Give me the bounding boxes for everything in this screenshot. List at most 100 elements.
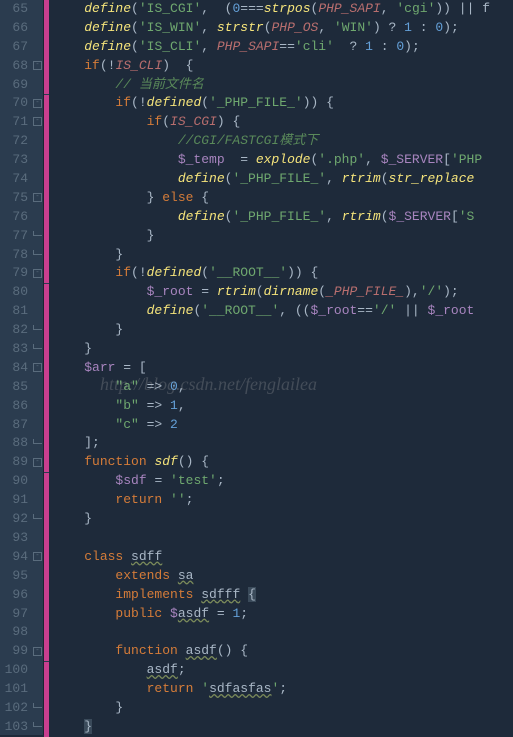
token-op: }	[53, 228, 154, 243]
token-cls: sa	[178, 568, 194, 583]
code-line[interactable]: "a" => 0,	[53, 378, 513, 397]
token-op: ||	[396, 303, 427, 318]
change-marker	[44, 189, 49, 208]
line-number: 70	[0, 94, 28, 113]
token-op	[53, 284, 147, 299]
code-line[interactable]: //CGI/FASTCGI模式下	[53, 132, 513, 151]
line-number: 66	[0, 19, 28, 38]
fold-open-icon[interactable]: -	[33, 99, 42, 108]
token-op	[53, 303, 147, 318]
code-line[interactable]: if(!IS_CLI) {	[53, 57, 513, 76]
code-line[interactable]: $arr = [	[53, 359, 513, 378]
code-line[interactable]: define('IS_WIN', strstr(PHP_OS, 'WIN') ?…	[53, 19, 513, 38]
code-area[interactable]: define('IS_CGI', (0===strpos(PHP_SAPI, '…	[49, 0, 513, 735]
code-line[interactable]: implements sdfff {	[53, 586, 513, 605]
fold-open-icon[interactable]: -	[33, 61, 42, 70]
code-line[interactable]: define('_PHP_FILE_', rtrim($_SERVER['S	[53, 208, 513, 227]
fold-close-icon[interactable]	[33, 344, 42, 349]
code-line[interactable]: // 当前文件名	[53, 76, 513, 95]
fold-close-icon[interactable]	[33, 250, 42, 255]
code-line[interactable]: ];	[53, 434, 513, 453]
line-number: 83	[0, 340, 28, 359]
fold-open-icon[interactable]: -	[33, 117, 42, 126]
code-line[interactable]: define('__ROOT__', (($_root=='/' || $_ro…	[53, 302, 513, 321]
code-line[interactable]: }	[53, 340, 513, 359]
code-line[interactable]: class sdff	[53, 548, 513, 567]
code-line[interactable]: if(!defined('_PHP_FILE_')) {	[53, 94, 513, 113]
code-line[interactable]: }	[53, 699, 513, 718]
fold-open-icon[interactable]: -	[33, 193, 42, 202]
code-line[interactable]	[53, 529, 513, 548]
code-line[interactable]: extends sa	[53, 567, 513, 586]
token-op: (	[381, 209, 389, 224]
code-line[interactable]: } else {	[53, 189, 513, 208]
fold-close-icon[interactable]	[33, 514, 42, 519]
token-op: (	[131, 39, 139, 54]
token-kw: public	[115, 606, 162, 621]
token-op: {	[193, 190, 209, 205]
token-str: "a"	[115, 379, 138, 394]
token-op: }	[53, 247, 123, 262]
code-line[interactable]: define('IS_CLI', PHP_SAPI=='cli' ? 1 : 0…	[53, 38, 513, 57]
code-line[interactable]: "c" => 2	[53, 416, 513, 435]
change-marker	[44, 359, 49, 378]
code-line[interactable]: public $asdf = 1;	[53, 605, 513, 624]
fold-open-icon[interactable]: -	[33, 458, 42, 467]
code-line[interactable]	[53, 623, 513, 642]
token-op	[53, 265, 115, 280]
code-line[interactable]: $_root = rtrim(dirname(_PHP_FILE_),'/');	[53, 283, 513, 302]
code-line[interactable]: return 'sdfasfas';	[53, 680, 513, 699]
code-line[interactable]: }	[53, 510, 513, 529]
code-line[interactable]: if(!defined('__ROOT__')) {	[53, 264, 513, 283]
code-line[interactable]: return '';	[53, 491, 513, 510]
code-line[interactable]: function sdf() {	[53, 453, 513, 472]
token-op: );	[443, 20, 459, 35]
fold-open-icon[interactable]: -	[33, 269, 42, 278]
fold-close-icon[interactable]	[33, 722, 42, 727]
change-marker	[44, 265, 49, 284]
fold-close-icon[interactable]	[33, 231, 42, 236]
change-marker	[44, 548, 49, 567]
code-line[interactable]: }	[53, 246, 513, 265]
code-line[interactable]: asdf;	[53, 661, 513, 680]
token-str: '/'	[420, 284, 443, 299]
fold-close-icon[interactable]	[33, 703, 42, 708]
token-str: 'WIN'	[334, 20, 373, 35]
token-op	[53, 95, 115, 110]
line-number: 82	[0, 321, 28, 340]
code-line[interactable]: "b" => 1,	[53, 397, 513, 416]
code-line[interactable]: }	[53, 227, 513, 246]
code-line[interactable]: $sdf = 'test';	[53, 472, 513, 491]
token-var: $sdf	[115, 473, 146, 488]
fold-close-icon[interactable]	[33, 325, 42, 330]
token-var: $	[170, 606, 178, 621]
token-var: $_root	[147, 284, 194, 299]
code-line[interactable]: function asdf() {	[53, 642, 513, 661]
line-number: 68	[0, 57, 28, 76]
change-marker	[44, 38, 49, 57]
token-wavy: asdf	[147, 662, 178, 677]
code-line[interactable]: $_temp = explode('.php', $_SERVER['PHP	[53, 151, 513, 170]
code-line[interactable]: if(IS_CGI) {	[53, 113, 513, 132]
change-marker	[44, 416, 49, 435]
code-line[interactable]: }	[53, 321, 513, 340]
code-line[interactable]: define('_PHP_FILE_', rtrim(str_replace	[53, 170, 513, 189]
token-comment: //CGI/FASTCGI模式下	[178, 133, 318, 148]
token-op	[53, 379, 115, 394]
fold-open-icon[interactable]: -	[33, 552, 42, 561]
change-marker	[44, 95, 49, 114]
token-op	[53, 719, 84, 734]
fold-open-icon[interactable]: -	[33, 363, 42, 372]
line-number: 78	[0, 246, 28, 265]
fold-column[interactable]: - - - - - - - - -	[32, 0, 44, 735]
token-fn: rtrim	[342, 209, 381, 224]
token-op: ,	[178, 379, 186, 394]
fold-close-icon[interactable]	[33, 439, 42, 444]
token-op: ?	[334, 39, 365, 54]
token-op: ,	[381, 1, 397, 16]
code-line[interactable]: define('IS_CGI', (0===strpos(PHP_SAPI, '…	[53, 0, 513, 19]
token-op: =	[193, 284, 216, 299]
fold-open-icon[interactable]: -	[33, 647, 42, 656]
code-line[interactable]: }	[53, 718, 513, 737]
token-op	[53, 114, 147, 129]
